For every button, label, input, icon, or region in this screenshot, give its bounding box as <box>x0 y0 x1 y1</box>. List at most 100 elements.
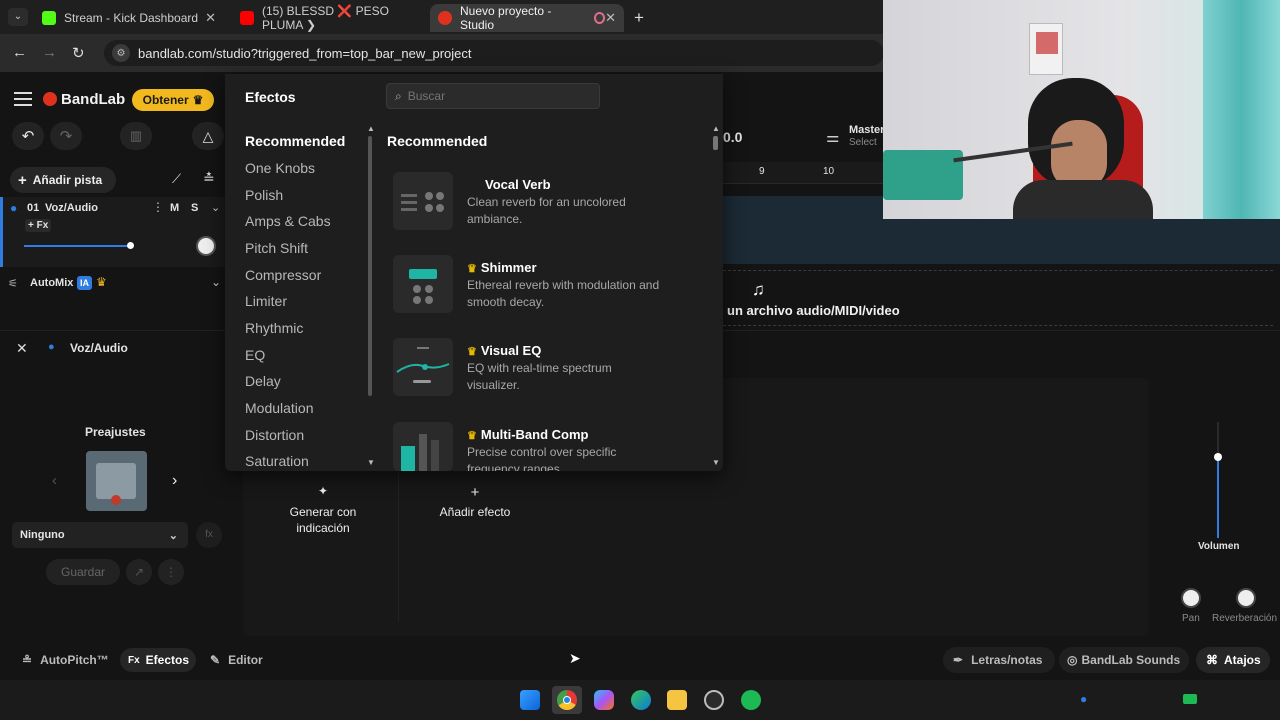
track-volume-thumb[interactable] <box>127 242 134 249</box>
tab-studio-active[interactable]: Nuevo proyecto - Studio ✕ <box>430 4 624 32</box>
bandlab-sounds-button[interactable]: ◎ BandLab Sounds <box>1059 647 1189 673</box>
effect-title[interactable]: ♛ Shimmer <box>467 260 537 275</box>
category-limiter[interactable]: Limiter <box>245 293 287 309</box>
undo-button[interactable]: ↶ <box>12 122 44 150</box>
shimmer-thumbnail[interactable] <box>393 255 453 313</box>
category-one-knobs[interactable]: One Knobs <box>245 160 315 176</box>
multiband-comp-thumbnail[interactable] <box>393 422 453 471</box>
tab-kick-dashboard[interactable]: Stream - Kick Dashboard ✕ <box>34 4 224 32</box>
editor-tab[interactable]: ✎ Editor <box>202 648 276 672</box>
edge-taskbar-icon[interactable] <box>631 690 651 710</box>
effects-search[interactable]: ⌕ <box>386 83 600 109</box>
windows-start-icon[interactable] <box>520 690 540 710</box>
category-compressor[interactable]: Compressor <box>245 267 321 283</box>
menu-icon[interactable] <box>14 92 32 106</box>
tray-app-icon[interactable] <box>1183 694 1197 704</box>
preset-fx-icon[interactable]: fx <box>196 522 222 548</box>
copilot-taskbar-icon[interactable] <box>594 690 614 710</box>
shortcuts-button[interactable]: ⌘ Atajos <box>1196 647 1270 673</box>
add-track-button[interactable]: + Añadir pista <box>10 167 116 193</box>
upgrade-button[interactable]: Obtener ♛ <box>132 89 214 111</box>
magic-tool-icon[interactable]: ⟋ <box>172 171 181 187</box>
category-recommended[interactable]: Recommended <box>245 133 345 149</box>
volume-thumb[interactable] <box>1214 453 1222 461</box>
category-polish[interactable]: Polish <box>245 187 283 203</box>
vocal-verb-thumbnail[interactable] <box>393 172 453 230</box>
steam-taskbar-icon[interactable] <box>704 690 724 710</box>
search-input[interactable] <box>407 89 578 103</box>
category-pitch-shift[interactable]: Pitch Shift <box>245 240 308 256</box>
generate-button[interactable]: ✦ Generar con indicación <box>278 484 368 544</box>
effect-title[interactable]: ♛ Visual EQ <box>467 343 541 358</box>
pen-icon: ✒ <box>953 653 964 667</box>
track-pan-knob[interactable] <box>196 236 216 256</box>
add-effect-button[interactable]: + Añadir efecto <box>430 484 520 524</box>
effect-name: Vocal Verb <box>485 177 551 192</box>
autopitch-tab[interactable]: ≗ AutoPitch™ <box>12 648 116 672</box>
save-button[interactable]: Guardar <box>46 559 120 585</box>
effect-title[interactable]: Vocal Verb <box>485 177 551 192</box>
reverb-knob[interactable] <box>1236 588 1256 608</box>
youtube-favicon-icon <box>240 11 254 25</box>
volume-fader[interactable] <box>1200 418 1240 540</box>
new-tab-button[interactable]: + <box>634 8 644 28</box>
pencil-icon: ✎ <box>210 653 221 667</box>
mixer-icon[interactable]: ⚌ <box>826 128 839 146</box>
lyrics-button[interactable]: ✒ Letras/notas <box>943 647 1055 673</box>
master-select[interactable]: Select <box>849 137 877 148</box>
music-note-icon: ♫ <box>752 280 765 299</box>
category-rhythmic[interactable]: Rhythmic <box>245 320 303 336</box>
automix-label[interactable]: AutoMix <box>30 277 73 289</box>
mute-button[interactable]: M <box>170 202 179 214</box>
track-expand-icon[interactable]: ⌄ <box>211 201 220 214</box>
track-fx-button[interactable]: + Fx <box>25 219 52 232</box>
track-settings-icon[interactable]: ≛ <box>203 170 215 187</box>
crown-icon: ♛ <box>467 430 477 442</box>
tab-list-button[interactable]: ⌄ <box>8 8 28 26</box>
tempo-value[interactable]: 0.0 <box>723 129 742 145</box>
crown-icon: ♛ <box>467 346 477 358</box>
track-more-icon[interactable]: ⋮ <box>152 200 164 214</box>
category-eq[interactable]: EQ <box>245 347 265 363</box>
bandlab-favicon-icon <box>438 11 452 25</box>
share-preset-icon[interactable]: ↗ <box>126 559 152 585</box>
preset-thumbnail[interactable] <box>86 451 147 511</box>
ruler-mark: 9 <box>759 166 765 177</box>
redo-button[interactable]: ↷ <box>50 122 82 150</box>
preset-prev-icon[interactable]: ‹ <box>52 472 57 489</box>
close-panel-icon[interactable]: ✕ <box>16 340 28 357</box>
category-modulation[interactable]: Modulation <box>245 400 314 416</box>
automix-expand-icon[interactable]: ⌄ <box>211 275 221 289</box>
instrument-button[interactable]: ▥ <box>120 122 152 150</box>
file-explorer-taskbar-icon[interactable] <box>667 690 687 710</box>
preset-next-icon[interactable]: › <box>172 472 177 490</box>
track-volume-slider[interactable] <box>24 245 130 247</box>
forward-icon[interactable]: → <box>42 44 57 61</box>
category-delay[interactable]: Delay <box>245 373 281 389</box>
pan-knob[interactable] <box>1181 588 1201 608</box>
category-amps-cabs[interactable]: Amps & Cabs <box>245 213 331 229</box>
track-name[interactable]: Voz/Audio <box>45 202 98 214</box>
effects-tab[interactable]: Fx Efectos <box>120 648 196 672</box>
metronome-button[interactable]: △ <box>192 122 224 150</box>
tab-youtube[interactable]: (15) BLESSD ❌ PESO PLUMA ❯ <box>232 4 428 32</box>
reload-icon[interactable]: ↻ <box>72 44 85 62</box>
chrome-taskbar-icon[interactable] <box>552 686 582 714</box>
spotify-taskbar-icon[interactable] <box>741 690 761 710</box>
effect-title[interactable]: ♛ Multi-Band Comp <box>467 427 588 442</box>
back-icon[interactable]: ← <box>12 44 27 61</box>
solo-button[interactable]: S <box>191 202 198 214</box>
tray-mic-icon[interactable]: ● <box>1080 692 1087 706</box>
visual-eq-thumbnail[interactable] <box>393 338 453 396</box>
category-saturation[interactable]: Saturation <box>245 453 309 469</box>
preset-select[interactable]: Ninguno ⌄ <box>12 522 188 548</box>
effects-list-scrollbar[interactable]: ▲ ▼ <box>712 124 720 470</box>
category-scrollbar[interactable]: ▲ ▼ <box>366 124 375 470</box>
category-distortion[interactable]: Distortion <box>245 427 304 443</box>
site-info-icon[interactable]: ⚙ <box>112 44 130 62</box>
preset-more-icon[interactable]: ⋮ <box>158 559 184 585</box>
autopitch-icon: ≗ <box>22 653 33 667</box>
close-tab-icon[interactable]: ✕ <box>605 10 616 26</box>
url-input[interactable]: ⚙ bandlab.com/studio?triggered_from=top_… <box>104 40 884 66</box>
close-tab-icon[interactable]: ✕ <box>205 10 216 26</box>
